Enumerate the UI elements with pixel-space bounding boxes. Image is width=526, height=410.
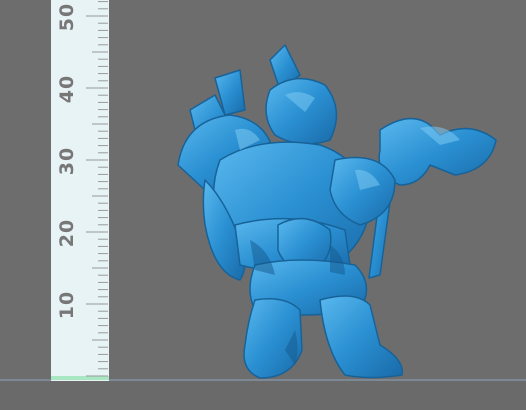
render-viewport: 50 40 30 20 10 (0, 0, 526, 410)
helmet (265, 77, 338, 145)
miniature-figure (177, 44, 497, 379)
right-leg (319, 295, 404, 379)
